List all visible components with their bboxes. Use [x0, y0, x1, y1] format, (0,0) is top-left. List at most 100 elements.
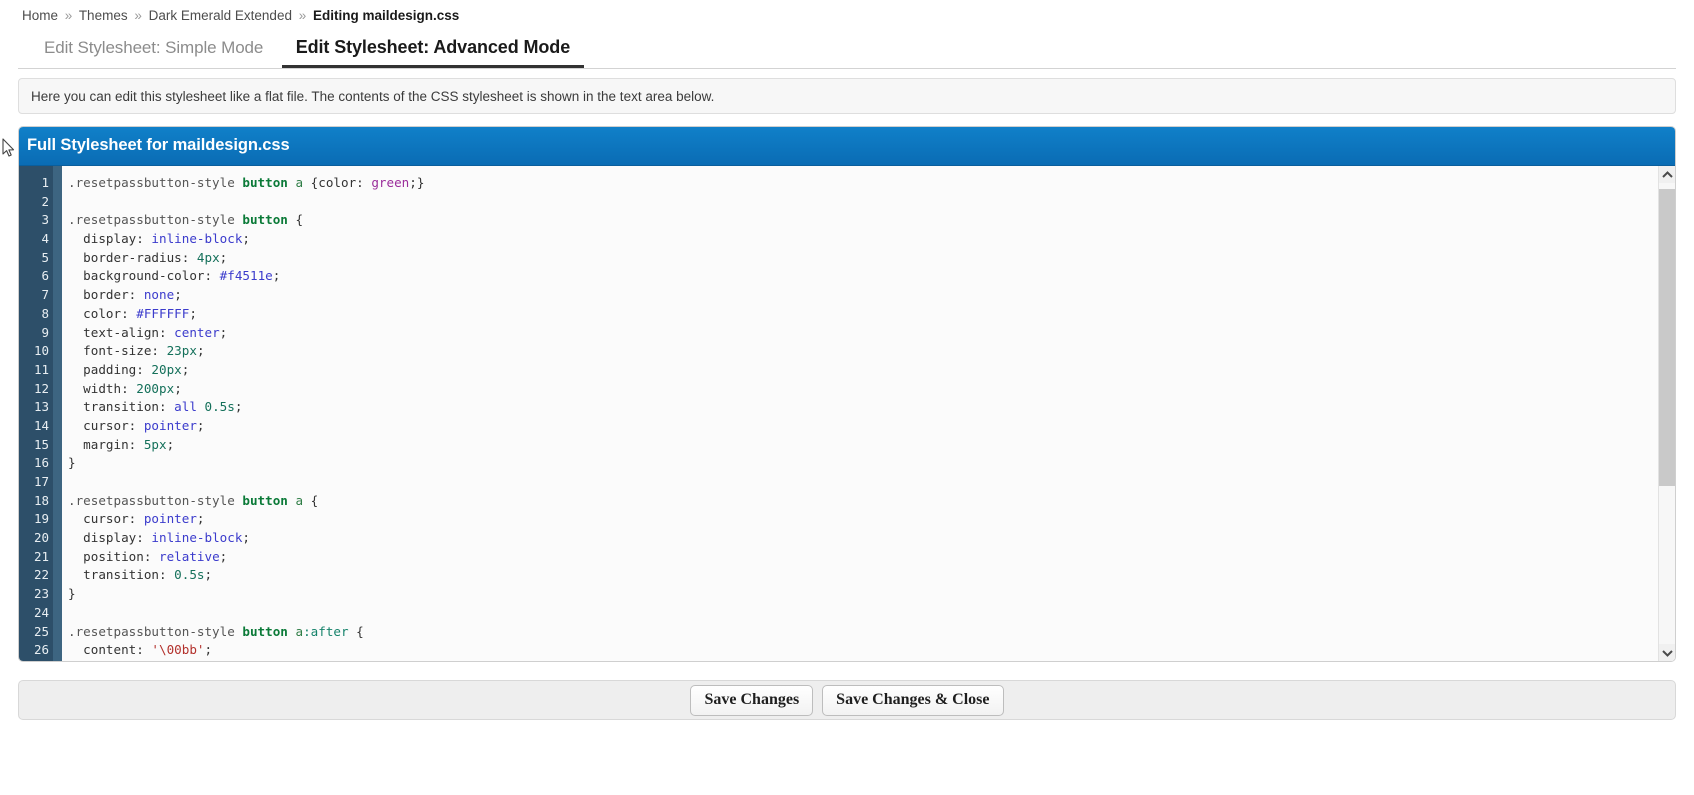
breadcrumb-item-theme-name[interactable]: Dark Emerald Extended — [149, 8, 292, 23]
code-line: display: inline-block; — [68, 529, 1658, 548]
code-token: inline-block — [151, 530, 243, 546]
line-number: 21 — [33, 548, 49, 564]
code-token: 23px — [166, 343, 197, 359]
code-token: 0.5s — [174, 567, 205, 583]
code-token: ; — [174, 380, 182, 396]
line-number: 11 — [33, 361, 49, 377]
code-token: ; — [242, 231, 251, 247]
code-line: transition: 0.5s; — [68, 566, 1658, 585]
code-token: pointer — [143, 417, 197, 433]
save-changes-and-close-button[interactable]: Save Changes & Close — [822, 684, 1004, 716]
code-token: ; — [242, 530, 251, 546]
code-token: { — [287, 212, 304, 228]
code-token: ;} — [409, 175, 425, 190]
code-token: transition: — [68, 399, 167, 415]
editor-footer-bar: Save Changes Save Changes & Close — [18, 680, 1676, 720]
scrollbar-track[interactable] — [1659, 183, 1675, 644]
code-line: position: relative; — [68, 548, 1658, 567]
code-line: } — [68, 454, 1658, 473]
code-token: none — [143, 287, 175, 303]
line-number: 27 — [19, 660, 49, 662]
code-token: { — [303, 175, 319, 190]
code-line: cursor: pointer; — [68, 417, 1658, 436]
code-token: } — [68, 586, 76, 602]
code-token: #f4511e — [219, 268, 273, 284]
code-line: padding: 20px; — [68, 361, 1658, 380]
code-line: .resetpassbutton-style button a:after { — [68, 623, 1658, 642]
code-token: ; — [181, 361, 190, 377]
code-token: all — [174, 399, 197, 415]
line-number: 9 — [41, 324, 49, 340]
line-number: 8 — [41, 305, 49, 321]
code-token: button — [242, 175, 288, 190]
tab-advanced-mode[interactable]: Edit Stylesheet: Advanced Mode — [281, 37, 585, 68]
code-token: cursor: — [68, 417, 137, 433]
code-token: a — [295, 623, 304, 639]
code-token: ; — [174, 287, 182, 303]
code-token: ; — [196, 343, 205, 359]
scroll-up-button[interactable] — [1659, 166, 1675, 183]
code-token: .resetpassbutton-style — [68, 212, 243, 228]
code-line: transition: all 0.5s; — [68, 398, 1658, 417]
code-token: #FFFFFF — [136, 305, 190, 321]
line-number: 19 — [33, 511, 49, 527]
line-number: 6 — [41, 268, 49, 284]
chevron-down-icon — [1661, 649, 1673, 657]
code-token: transition: — [68, 567, 167, 583]
code-token: .resetpassbutton-style — [68, 492, 243, 508]
code-token: { — [303, 492, 319, 508]
code-token: ; — [219, 324, 228, 340]
breadcrumb-item-themes[interactable]: Themes — [79, 8, 128, 23]
code-token: green — [371, 175, 410, 190]
code-token: { — [348, 623, 364, 639]
code-token: center — [174, 324, 220, 340]
code-token: } — [68, 455, 76, 471]
code-token: width: — [68, 380, 129, 396]
code-token: display: — [68, 530, 144, 546]
line-number: 2 — [41, 193, 49, 209]
scrollbar-thumb[interactable] — [1659, 189, 1675, 486]
code-token: pointer — [143, 511, 197, 527]
code-token: button — [242, 492, 288, 508]
mouse-cursor-icon — [2, 138, 15, 157]
editor-vertical-scrollbar[interactable] — [1658, 166, 1675, 661]
line-number: 14 — [33, 417, 49, 433]
line-number: 1 — [41, 175, 49, 190]
mode-tabs: Edit Stylesheet: Simple Mode Edit Styles… — [0, 37, 1694, 69]
code-token: border-radius: — [68, 249, 190, 265]
code-token: relative — [159, 548, 220, 564]
code-token: ; — [272, 268, 281, 284]
code-token: ; — [196, 511, 205, 527]
code-token: ; — [189, 305, 197, 321]
code-line: text-align: center; — [68, 324, 1658, 343]
save-changes-button[interactable]: Save Changes — [690, 684, 814, 716]
code-token: ; — [166, 436, 175, 452]
code-token: 5px — [143, 436, 167, 452]
code-token: color: — [68, 305, 129, 321]
breadcrumb-item-home[interactable]: Home — [22, 8, 58, 23]
scroll-down-button[interactable] — [1659, 644, 1675, 661]
gutter-strip — [53, 166, 62, 661]
code-token: a — [295, 175, 304, 190]
code-token: 20px — [151, 361, 182, 377]
tab-simple-mode[interactable]: Edit Stylesheet: Simple Mode — [30, 38, 277, 67]
line-number: 18 — [33, 492, 49, 508]
line-number: 10 — [33, 343, 49, 359]
code-token: text-align: — [68, 324, 167, 340]
code-token: background-color: — [68, 268, 213, 284]
code-line: .resetpassbutton-style button a {color: … — [68, 174, 1658, 193]
breadcrumb-separator: » — [64, 8, 73, 23]
code-line: } — [68, 585, 1658, 604]
line-number: 13 — [33, 399, 49, 415]
code-text-area[interactable]: .resetpassbutton-style button a {color: … — [62, 166, 1658, 661]
line-number: 15 — [33, 436, 49, 452]
breadcrumb: Home » Themes » Dark Emerald Extended » … — [0, 0, 1694, 25]
line-number: 17 — [33, 474, 49, 489]
breadcrumb-item-current: Editing maildesign.css — [313, 8, 460, 23]
line-number: 24 — [33, 604, 49, 620]
